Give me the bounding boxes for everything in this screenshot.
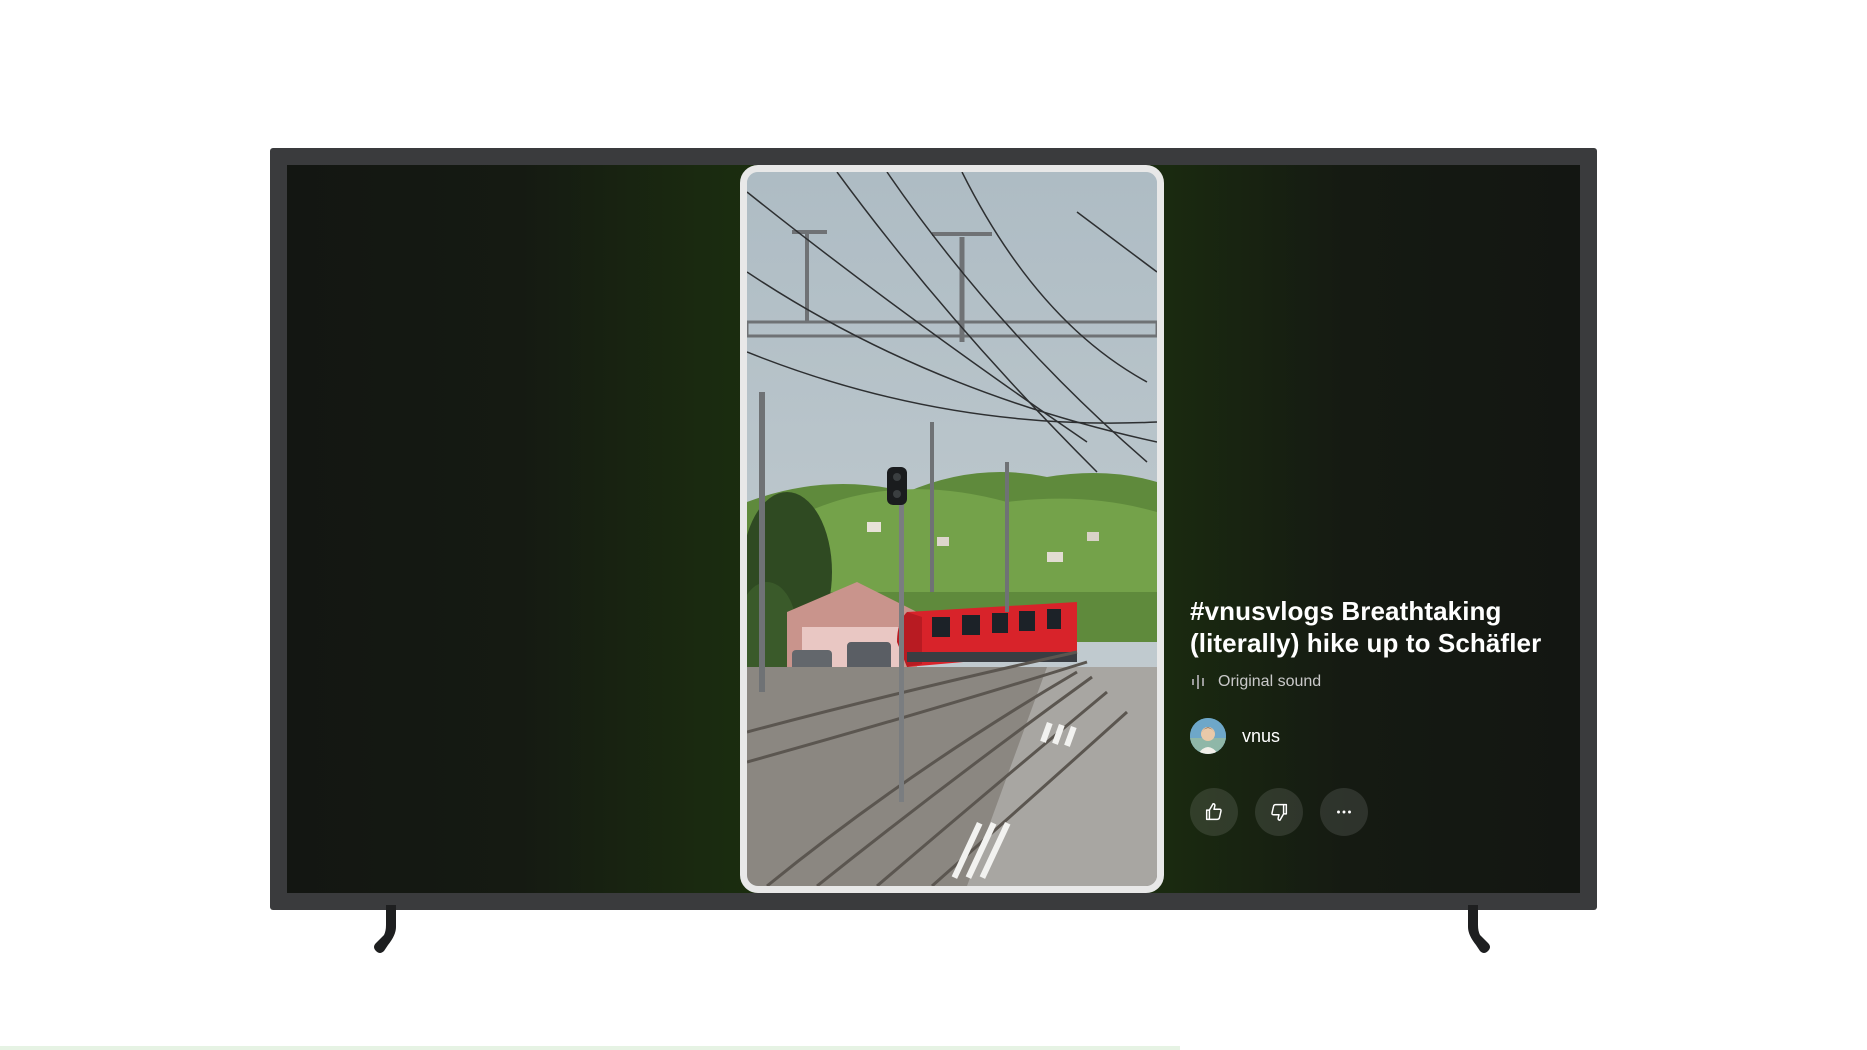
like-button[interactable] xyxy=(1190,788,1238,836)
video-info-panel: #vnusvlogs Breathtaking (literally) hike… xyxy=(1190,595,1570,836)
original-sound-link[interactable]: Original sound xyxy=(1190,673,1570,691)
more-horizontal-icon xyxy=(1337,810,1351,814)
original-sound-label: Original sound xyxy=(1218,673,1322,690)
tv-bezel: #vnusvlogs Breathtaking (literally) hike… xyxy=(270,148,1597,910)
dislike-button[interactable] xyxy=(1255,788,1303,836)
tv-stand-leg-right xyxy=(1468,905,1490,953)
sound-wave-icon xyxy=(1190,674,1210,690)
thumb-down-icon xyxy=(1271,803,1288,821)
tv-stage: #vnusvlogs Breathtaking (literally) hike… xyxy=(0,0,1867,1050)
video-actions xyxy=(1190,788,1570,836)
thumb-up-icon xyxy=(1205,803,1222,821)
more-options-button[interactable] xyxy=(1320,788,1368,836)
tv-screen: #vnusvlogs Breathtaking (literally) hike… xyxy=(287,165,1580,893)
video-title[interactable]: #vnusvlogs Breathtaking (literally) hike… xyxy=(1190,595,1570,659)
video-frame-train-station xyxy=(747,172,1157,886)
shorts-video-player[interactable] xyxy=(740,165,1164,893)
page-bottom-bar xyxy=(0,1046,1180,1050)
channel-name[interactable]: vnus xyxy=(1242,726,1280,747)
tv-stand-leg-left xyxy=(374,905,396,953)
channel-row[interactable]: vnus xyxy=(1190,718,1570,754)
channel-avatar[interactable] xyxy=(1190,718,1226,754)
